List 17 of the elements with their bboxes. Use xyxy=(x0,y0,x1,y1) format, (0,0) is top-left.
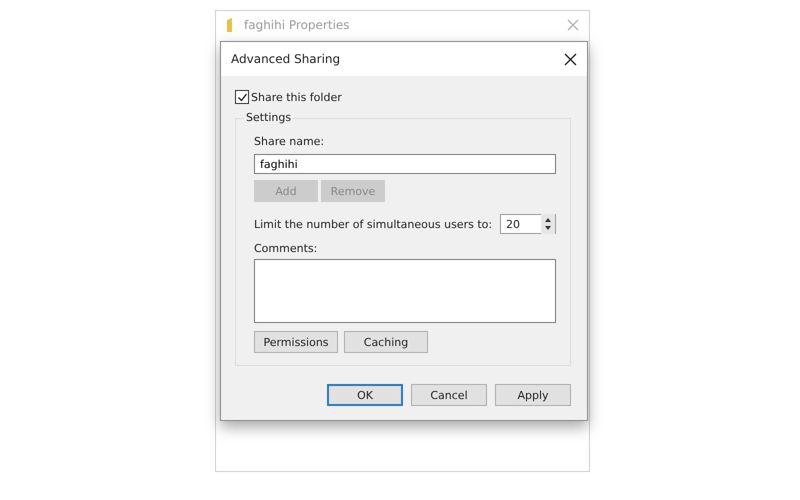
field-label: Comments: xyxy=(254,242,318,255)
field-label: Share name: xyxy=(254,135,326,148)
share-checkbox[interactable] xyxy=(235,90,249,104)
users-spinner[interactable]: 20 xyxy=(500,214,556,234)
checkbox-label: Share this folder xyxy=(251,90,342,104)
comments-field[interactable] xyxy=(254,259,556,323)
ok-button[interactable]: OK xyxy=(327,384,403,406)
cancel-button[interactable]: Cancel xyxy=(411,384,487,406)
share-name-field[interactable]: faghihi xyxy=(254,154,556,174)
apply-button[interactable]: Apply xyxy=(495,384,571,406)
caching-button[interactable]: Caching xyxy=(344,331,428,353)
limit-label: Limit the number of simultaneous users to: xyxy=(254,218,492,230)
permissions-button[interactable]: Permissions xyxy=(254,331,338,353)
dialog-title: Advanced Sharing xyxy=(231,52,340,66)
group-legend: Settings xyxy=(244,111,294,124)
close-icon[interactable] xyxy=(564,52,577,66)
window-title: faghihi Properties xyxy=(244,18,351,32)
